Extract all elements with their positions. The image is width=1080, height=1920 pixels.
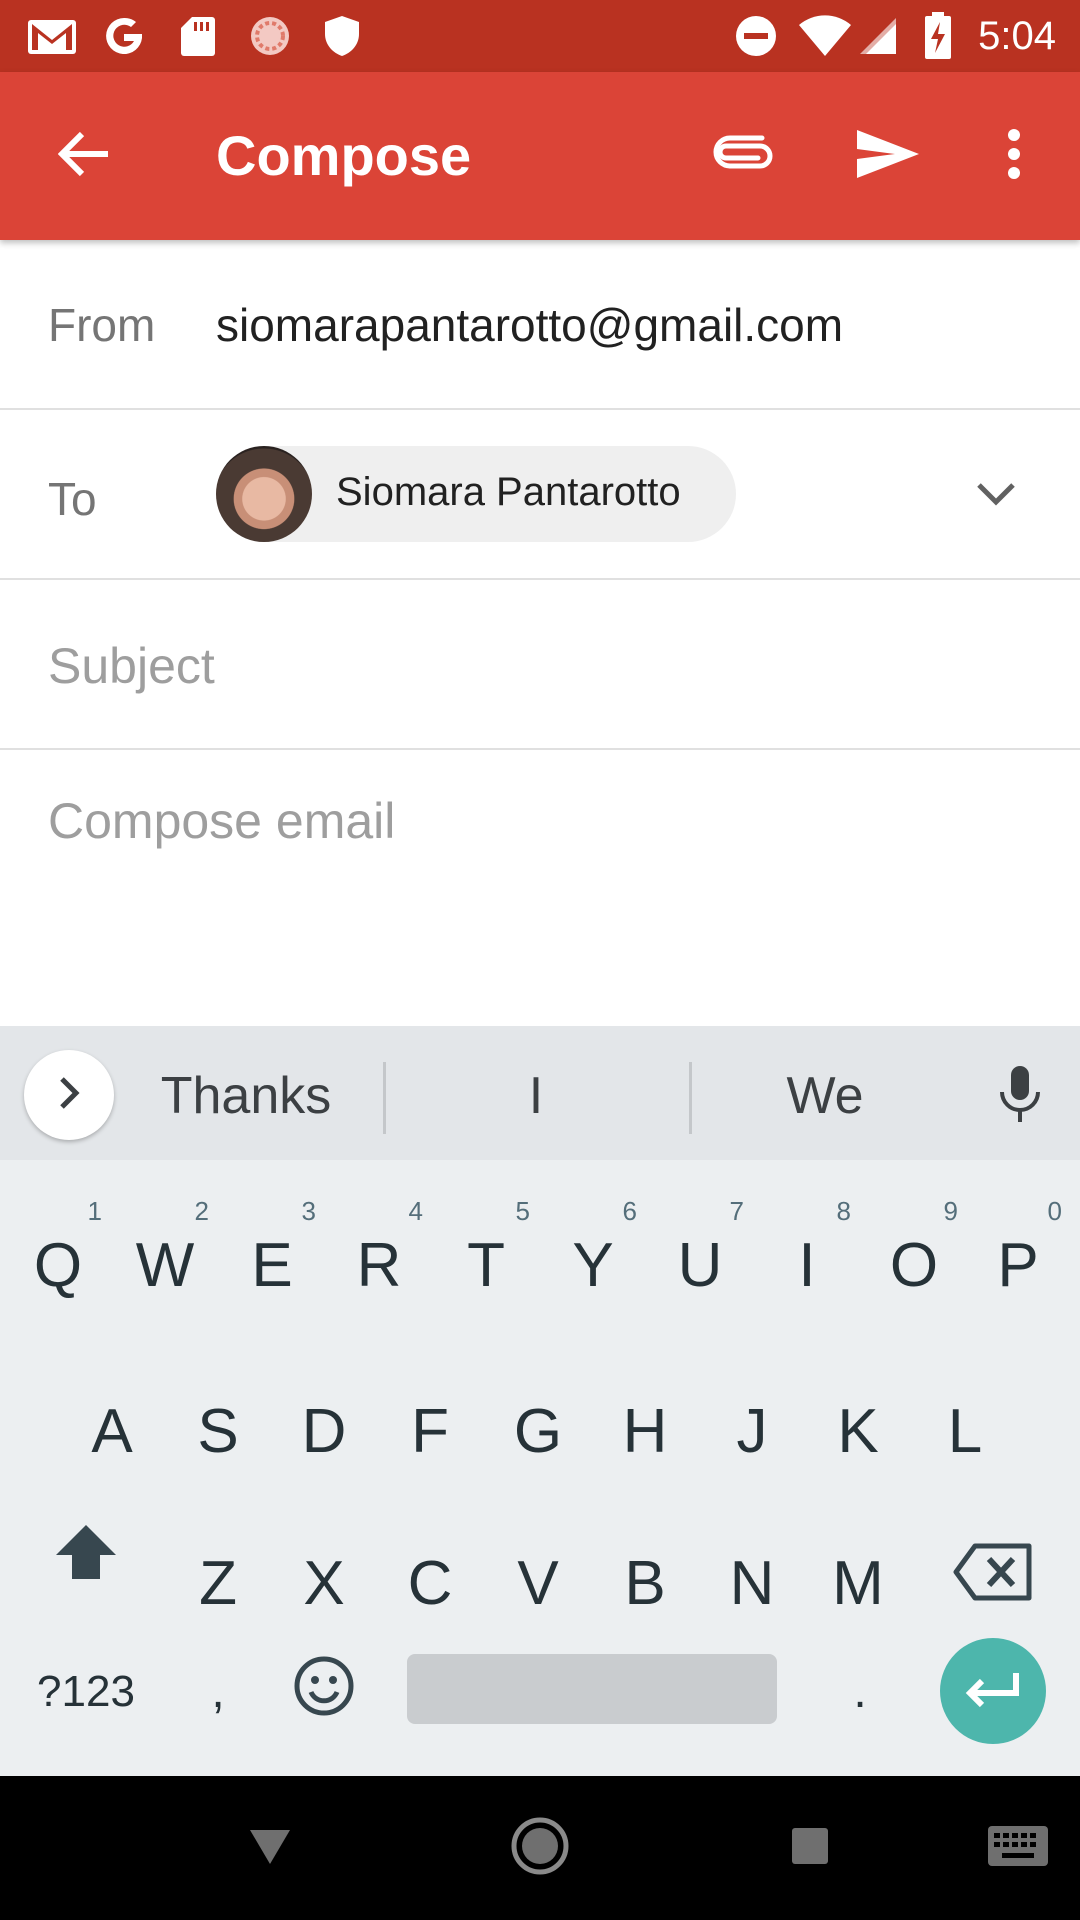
subject-row [0,580,1080,750]
nav-back-button[interactable] [222,1800,318,1896]
key-c[interactable]: C [390,1544,470,1624]
app-bar: Compose [0,72,1080,240]
system-nav-bar [0,1776,1080,1920]
key-a[interactable]: A [72,1392,152,1472]
key-f[interactable]: F [390,1392,470,1472]
key-k[interactable]: K [818,1392,898,1472]
send-icon [855,128,921,185]
from-row: From siomarapantarotto@gmail.com [0,240,1080,410]
do-not-disturb-icon [732,14,780,58]
shift-key[interactable] [46,1514,126,1594]
nav-home-button[interactable] [492,1800,588,1896]
key-r[interactable]: R4 [339,1198,423,1306]
key-x[interactable]: X [284,1544,364,1624]
chevron-right-icon [58,1076,80,1115]
expand-recipients-button[interactable] [960,466,1032,526]
recipient-chip[interactable]: Siomara Pantarotto [216,446,736,542]
key-q[interactable]: Q1 [18,1198,102,1306]
emoji-key[interactable] [284,1646,364,1730]
more-vert-icon [1006,128,1022,185]
suggestion-divider [383,1062,386,1134]
comma-key[interactable]: , [178,1652,258,1732]
recipient-name: Siomara Pantarotto [336,470,681,514]
suggestion-1[interactable]: Thanks [146,1066,346,1126]
suggestion-3[interactable]: We [725,1066,925,1126]
key-s[interactable]: S [178,1392,258,1472]
backspace-key[interactable] [948,1534,1038,1614]
key-z[interactable]: Z [178,1544,258,1624]
enter-key[interactable] [940,1638,1046,1744]
backspace-icon [953,1543,1033,1606]
key-d[interactable]: D [284,1392,364,1472]
key-o[interactable]: O9 [874,1198,958,1306]
key-j[interactable]: J [712,1392,792,1472]
shift-icon [54,1523,118,1586]
google-icon [100,14,148,58]
status-bar: 5:04 [0,0,1080,72]
chevron-down-icon [976,482,1016,511]
page-title: Compose [216,124,472,187]
key-u[interactable]: U7 [660,1198,744,1306]
key-b[interactable]: B [605,1544,685,1624]
compose-body-input[interactable] [48,792,1028,1012]
space-key[interactable] [407,1654,777,1724]
battery-charging-icon [920,12,956,59]
key-p[interactable]: P0 [978,1198,1062,1306]
back-button[interactable] [40,112,128,200]
to-row: To Siomara Pantarotto [0,410,1080,580]
wifi-icon [796,14,854,58]
clock: 5:04 [978,14,1056,58]
emoji-icon [293,1655,355,1722]
recents-square-icon [790,1826,830,1871]
arrow-back-icon [57,130,110,183]
enter-return-icon [964,1669,1022,1714]
paperclip-icon [712,134,776,179]
from-account[interactable]: siomarapantarotto@gmail.com [216,298,843,352]
shield-icon [320,14,364,58]
microphone-icon [998,1064,1042,1129]
key-w[interactable]: W2 [125,1198,209,1306]
key-n[interactable]: N [712,1544,792,1624]
period-key[interactable]: . [820,1652,900,1732]
suggestion-2[interactable]: I [436,1066,636,1126]
send-button[interactable] [844,112,932,200]
key-t[interactable]: T5 [446,1198,530,1306]
key-v[interactable]: V [498,1544,578,1624]
signal-icon [856,14,900,58]
more-options-button[interactable] [970,112,1058,200]
symbols-key[interactable]: ?123 [24,1652,148,1732]
home-circle-icon [510,1816,570,1881]
suggestion-strip: Thanks I We [0,1026,1080,1160]
to-label: To [48,473,97,525]
from-label: From [48,299,156,351]
gmail-icon [24,14,80,58]
sd-card-icon [176,14,220,58]
key-l[interactable]: L [925,1392,1005,1472]
key-m[interactable]: M [818,1544,898,1624]
avatar [216,446,312,542]
nav-recents-button[interactable] [762,1800,858,1896]
key-e[interactable]: E3 [232,1198,316,1306]
attach-button[interactable] [700,112,788,200]
key-h[interactable]: H [605,1392,685,1472]
suggestion-divider [689,1062,692,1134]
keyboard-switch-icon [986,1824,1050,1873]
key-y[interactable]: Y6 [553,1198,637,1306]
keyboard-switch-button[interactable] [970,1800,1066,1896]
subject-input[interactable] [48,636,1028,696]
soft-keyboard: Thanks I We Q1 W2 E3 R4 T5 Y6 U7 I8 O9 P… [0,1026,1080,1776]
key-g[interactable]: G [498,1392,578,1472]
key-i[interactable]: I8 [767,1198,851,1306]
suggestion-expand-button[interactable] [24,1050,114,1140]
voice-input-button[interactable] [980,1056,1060,1136]
sync-icon [246,14,294,58]
back-triangle-icon [248,1826,292,1871]
